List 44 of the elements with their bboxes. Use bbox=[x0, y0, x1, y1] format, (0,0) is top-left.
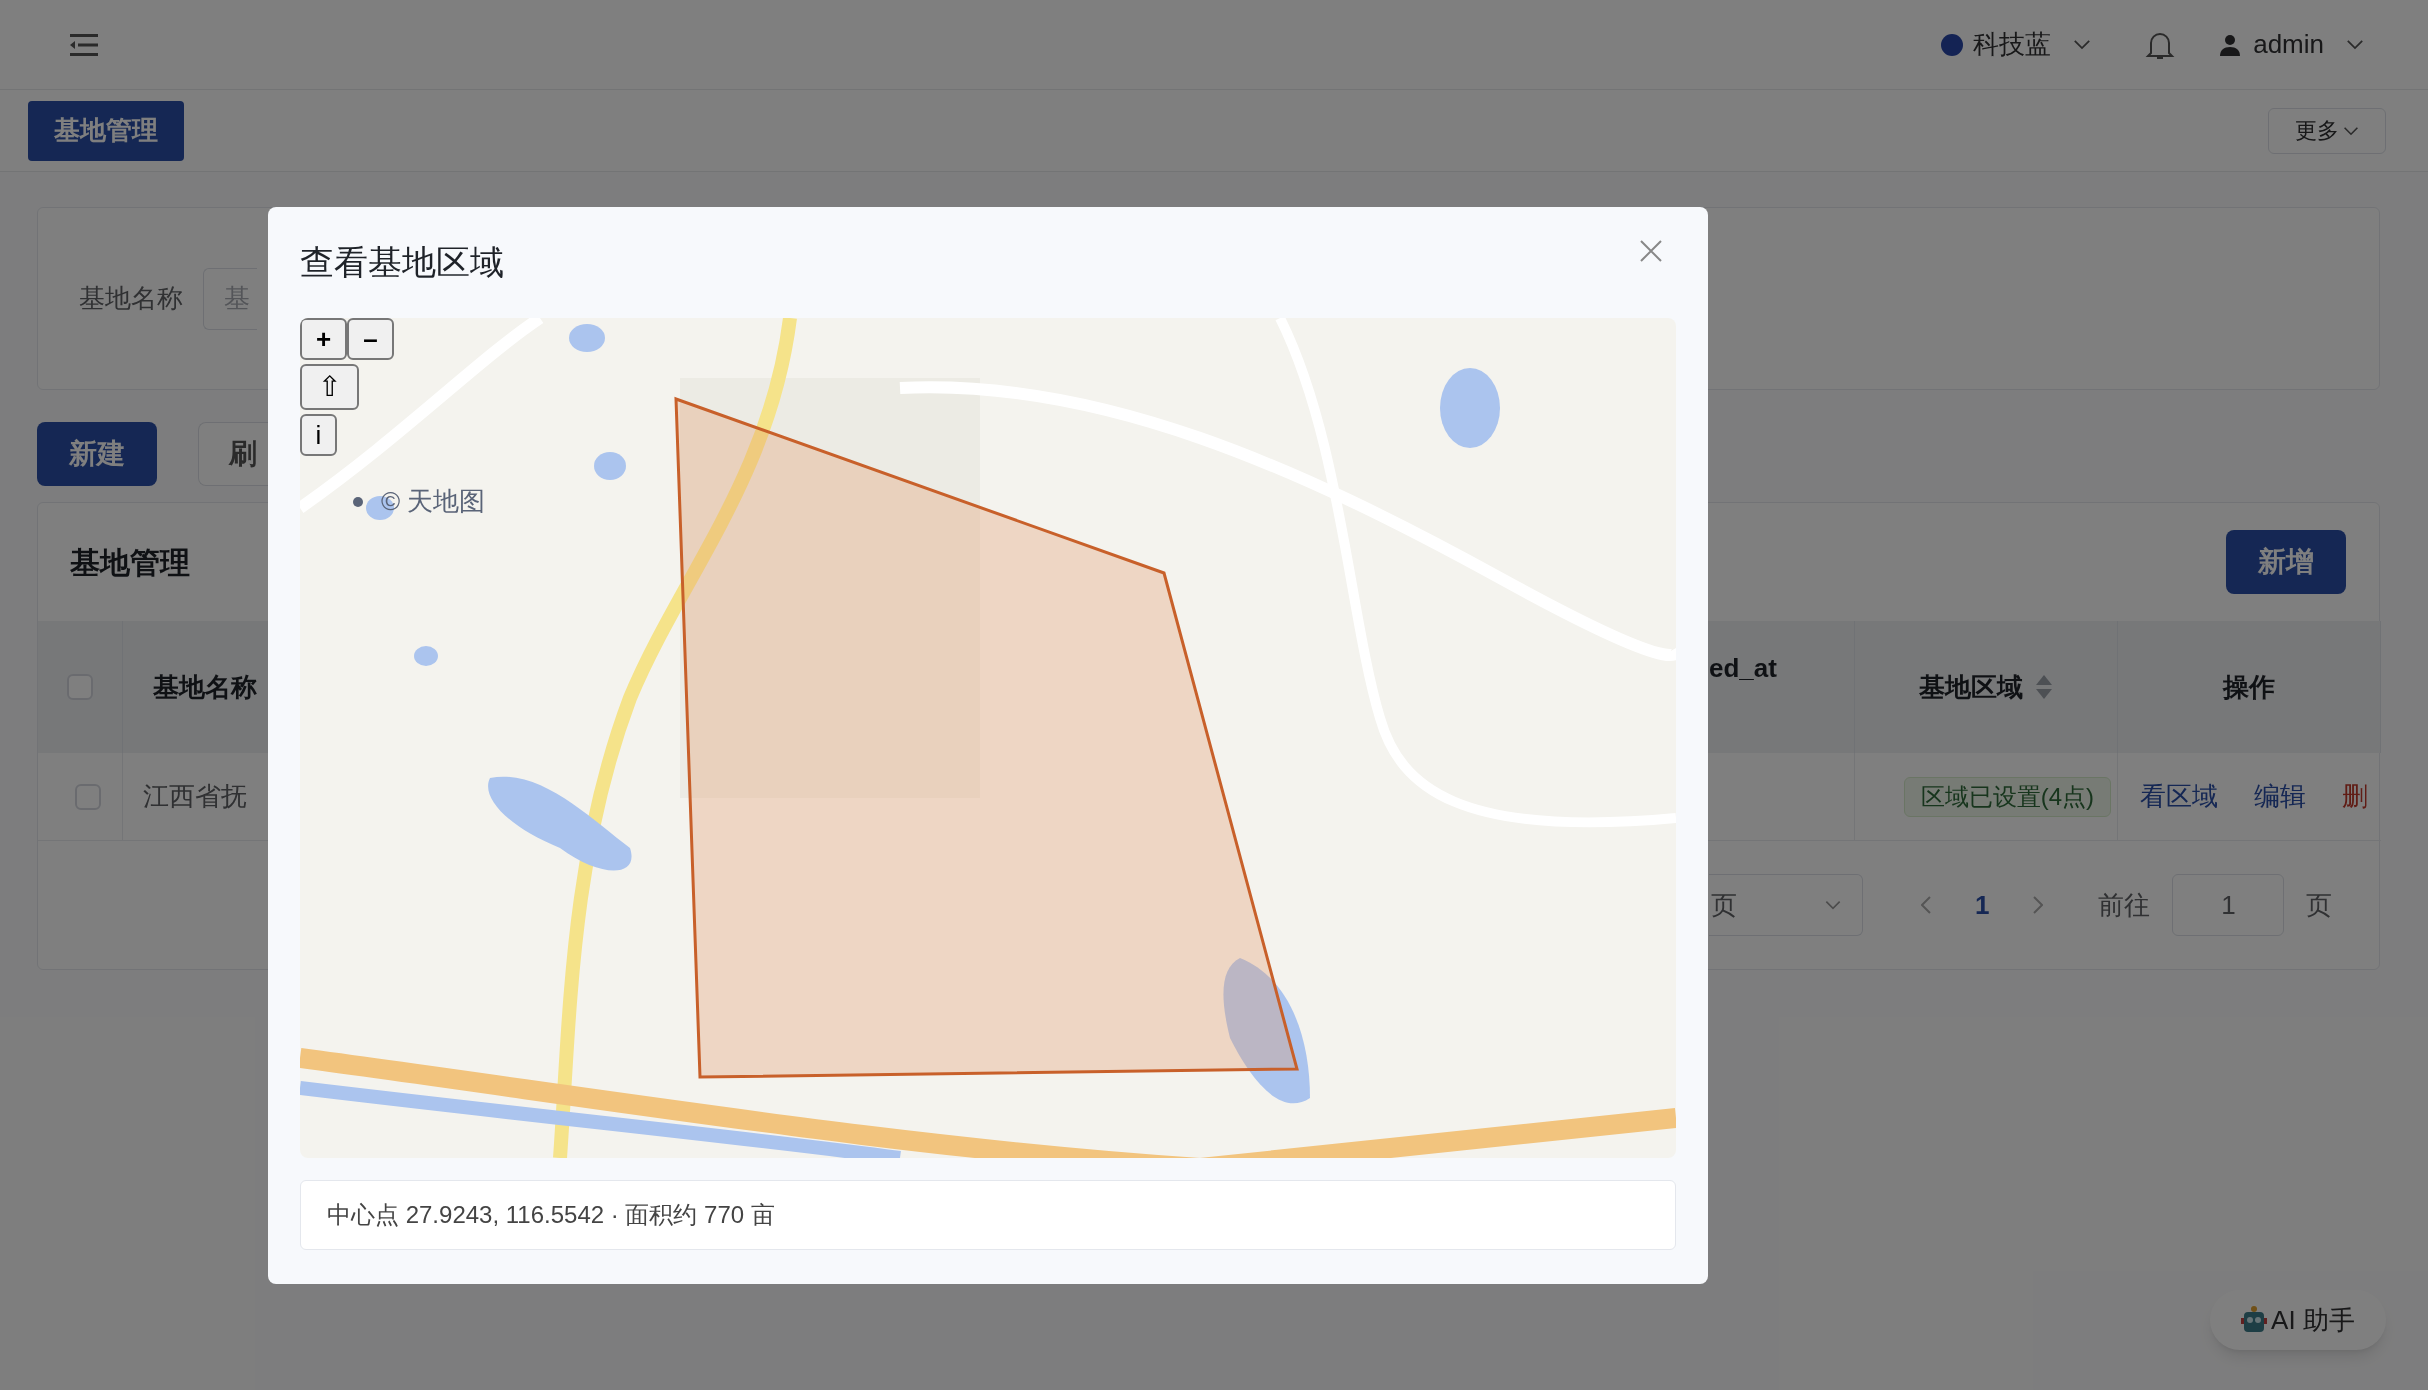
goto-page-field[interactable]: 1 bbox=[2172, 874, 2285, 936]
card-title: 基地管理 bbox=[70, 544, 190, 581]
theme-selector[interactable]: 科技蓝 bbox=[1941, 25, 2092, 64]
new-button[interactable]: 新建 bbox=[37, 422, 157, 486]
info-button[interactable]: i bbox=[300, 414, 337, 456]
previous-page-icon[interactable] bbox=[1921, 896, 1931, 914]
robot-icon bbox=[2241, 1306, 2268, 1334]
map[interactable]: + – ⇧ i © 天地图 bbox=[300, 318, 1676, 1158]
column-header: ed_at bbox=[1709, 621, 1855, 753]
column-header: 基地名称 bbox=[123, 621, 269, 753]
bullet-icon bbox=[353, 496, 363, 507]
home-button[interactable]: ⇧ bbox=[300, 364, 359, 410]
map-attribution: © 天地图 bbox=[381, 485, 486, 518]
goto-suffix: 页 bbox=[2306, 888, 2333, 922]
goto-label: 前往 bbox=[2098, 888, 2151, 922]
action-link[interactable]: 删 bbox=[2342, 777, 2368, 816]
chevron-down-icon bbox=[1824, 900, 1842, 910]
page-size-select[interactable]: 页 bbox=[1709, 874, 1863, 936]
add-button[interactable]: 新增 bbox=[2226, 530, 2346, 594]
dialog-title: 查看基地区域 bbox=[300, 242, 504, 283]
chevron-down-icon bbox=[2073, 39, 2092, 50]
close-icon[interactable] bbox=[1640, 239, 1662, 262]
more-button[interactable]: 更多 bbox=[2268, 107, 2386, 154]
next-page-icon[interactable] bbox=[2033, 896, 2044, 914]
search-label: 基地名称 bbox=[79, 282, 183, 315]
user-icon bbox=[2219, 33, 2242, 56]
zoom-in-button[interactable]: + bbox=[300, 318, 347, 360]
ai-assistant-button[interactable]: AI 助手 bbox=[2210, 1290, 2386, 1350]
status-tag: 区域已设置(4点) bbox=[1903, 776, 2111, 817]
refresh-button[interactable]: 刷 bbox=[198, 422, 269, 486]
menu-icon[interactable] bbox=[70, 32, 98, 57]
zoom-out-button[interactable]: – bbox=[347, 318, 394, 360]
column-header: 基地区域 bbox=[1855, 621, 2118, 753]
table-cell-text: 江西省抚 bbox=[143, 780, 247, 813]
page-tab[interactable]: 基地管理 bbox=[28, 100, 184, 161]
column-header: 操作 bbox=[2118, 621, 2381, 753]
sort-icon[interactable] bbox=[2035, 674, 2053, 700]
action-link[interactable]: 编辑 bbox=[2254, 777, 2306, 816]
area-info: 中心点 27.9243, 116.5542 · 面积约 770 亩 bbox=[300, 1180, 1676, 1250]
chevron-down-icon bbox=[2343, 125, 2359, 136]
user-menu[interactable]: admin bbox=[2219, 25, 2364, 64]
page-number[interactable]: 1 bbox=[1975, 885, 1990, 925]
action-link[interactable]: 看区域 bbox=[2140, 777, 2218, 816]
chevron-down-icon bbox=[2346, 39, 2364, 50]
